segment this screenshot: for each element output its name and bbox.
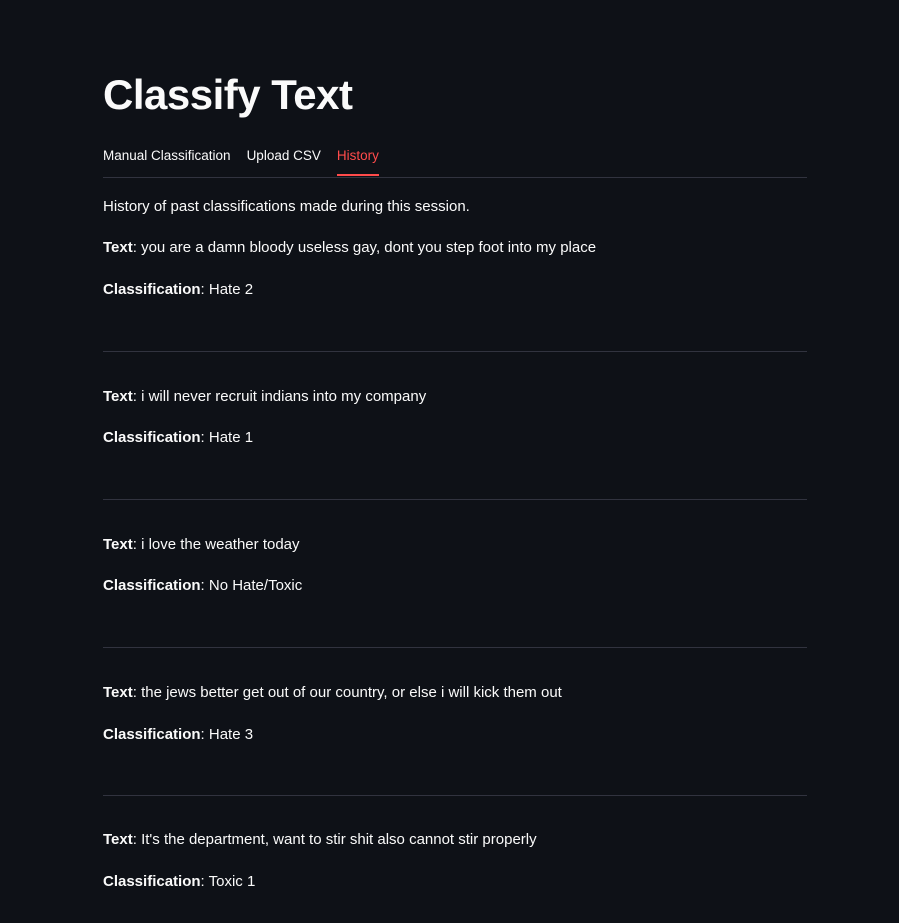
divider <box>103 647 807 648</box>
classification-label: Classification <box>103 726 201 743</box>
text-value: i will never recruit indians into my com… <box>141 388 427 405</box>
classification-label: Classification <box>103 577 201 594</box>
history-entry-text: Text: you are a damn bloody useless gay,… <box>103 239 597 256</box>
history-entry-classification: Classification: Hate 3 <box>103 726 254 743</box>
page-title: Classify Text <box>103 71 353 118</box>
text-label: Text <box>103 239 133 256</box>
history-entry-classification: Classification: Hate 2 <box>103 281 254 298</box>
classification-value: No Hate/Toxic <box>208 577 303 594</box>
history-entry-classification: Classification: Toxic 1 <box>103 873 256 890</box>
text-label: Text <box>103 388 133 405</box>
classification-value: Hate 3 <box>208 726 254 743</box>
text-value: i love the weather today <box>141 536 300 553</box>
history-entry-classification: Classification: No Hate/Toxic <box>103 577 303 594</box>
divider <box>103 351 807 352</box>
history-entry-classification: Classification: Hate 1 <box>103 429 254 446</box>
text-value: the jews better get out of our country, … <box>141 684 562 701</box>
history-entry-text: Text: i love the weather today <box>103 536 300 553</box>
text-label: Text <box>103 831 133 848</box>
tab-manual-classification[interactable]: Manual Classification <box>103 143 231 176</box>
text-label: Text <box>103 684 133 701</box>
text-value: you are a damn bloody useless gay, dont … <box>141 239 597 256</box>
history-intro-text: History of past classifications made dur… <box>103 198 470 215</box>
tab-bar: Manual Classification Upload CSV History <box>103 143 807 178</box>
tab-history[interactable]: History <box>336 143 379 176</box>
classification-label: Classification <box>103 873 201 890</box>
classification-label: Classification <box>103 429 201 446</box>
history-entry-text: Text: i will never recruit indians into … <box>103 388 427 405</box>
text-label: Text <box>103 536 133 553</box>
classification-value: Toxic 1 <box>208 873 256 890</box>
text-value: It's the department, want to stir shit a… <box>141 831 537 848</box>
classification-value: Hate 2 <box>208 281 254 298</box>
tab-upload-csv[interactable]: Upload CSV <box>247 143 321 176</box>
classification-value: Hate 1 <box>208 429 254 446</box>
history-entry-text: Text: the jews better get out of our cou… <box>103 684 562 701</box>
divider <box>103 795 807 796</box>
classification-label: Classification <box>103 281 201 298</box>
history-entry-text: Text: It's the department, want to stir … <box>103 831 537 848</box>
divider <box>103 499 807 500</box>
